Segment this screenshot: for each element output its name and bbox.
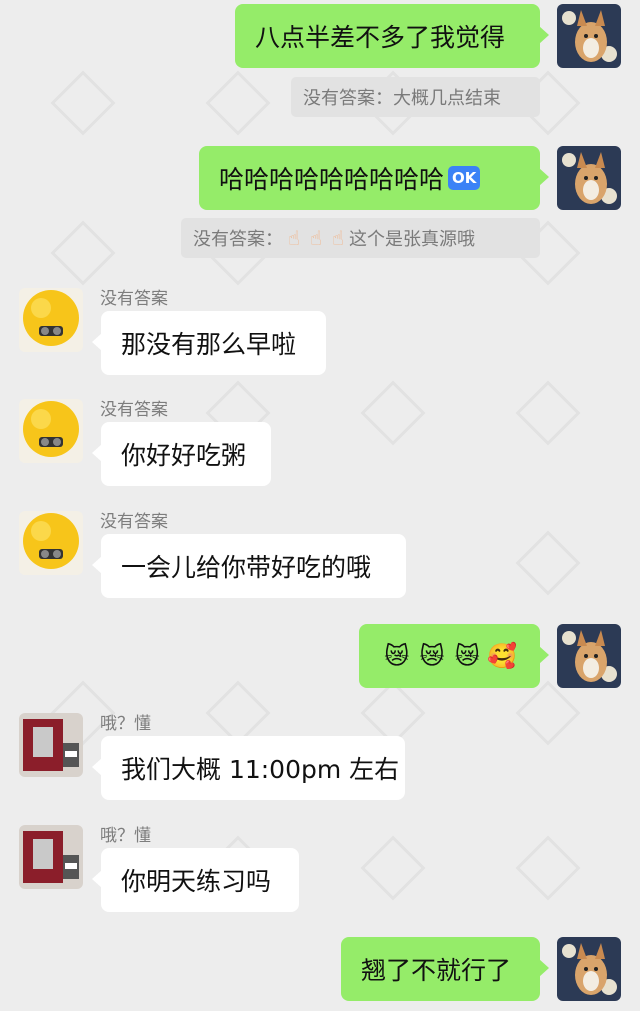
watermark-icon <box>50 220 116 286</box>
message-text: 那没有那么早啦 <box>121 330 297 359</box>
message-text: 我们大概 11:00pm 左右 <box>121 755 400 784</box>
my-avatar[interactable] <box>557 937 621 1001</box>
message-text: 你好好吃粥 <box>121 441 247 470</box>
watermark-icon <box>515 680 581 746</box>
my-avatar[interactable] <box>557 4 621 68</box>
contact-avatar[interactable] <box>19 288 83 352</box>
message-bubble[interactable]: 你明天练习吗 <box>92 848 299 912</box>
quoted-reply[interactable]: 没有答案：大概几点结束 <box>291 77 540 117</box>
watermark-icon <box>360 380 426 446</box>
watermark-icon <box>515 530 581 596</box>
sender-name: 哦？懂 <box>100 826 151 846</box>
watermark-icon <box>205 70 271 136</box>
ok-emoji-icon: OK <box>448 166 481 190</box>
message-text: 你明天练习吗 <box>121 867 272 896</box>
message-bubble[interactable]: 哈哈哈哈哈哈哈哈哈 OK <box>199 146 549 210</box>
sender-name: 没有答案 <box>100 289 168 309</box>
pointing-up-hand-icon: ☝ <box>331 226 345 250</box>
quote-text: 没有答案：大概几点结束 <box>303 88 501 109</box>
watermark-icon <box>515 380 581 446</box>
sender-name: 没有答案 <box>100 512 168 532</box>
contact-avatar[interactable] <box>19 511 83 575</box>
message-bubble[interactable]: 八点半差不多了我觉得 <box>235 4 549 68</box>
message-bubble[interactable]: 😿 😿 😿 🥰 <box>359 624 549 688</box>
quoted-reply[interactable]: 没有答案： ☝ ☝ ☝ 这个是张真源哦 <box>181 218 540 258</box>
message-bubble[interactable]: 一会儿给你带好吃的哦 <box>92 534 406 598</box>
smiling-face-with-hearts-icon: 🥰 <box>487 642 518 670</box>
contact-avatar[interactable] <box>19 713 83 777</box>
my-avatar[interactable] <box>557 624 621 688</box>
message-text: 八点半差不多了我觉得 <box>255 23 506 52</box>
message-bubble[interactable]: 那没有那么早啦 <box>92 311 326 375</box>
pointing-up-hand-icon: ☝ <box>287 226 301 250</box>
pointing-up-hand-icon: ☝ <box>309 226 323 250</box>
message-bubble[interactable]: 我们大概 11:00pm 左右 <box>92 736 405 800</box>
my-avatar[interactable] <box>557 146 621 210</box>
sender-name: 没有答案 <box>100 400 168 420</box>
watermark-icon <box>515 835 581 901</box>
watermark-icon <box>360 835 426 901</box>
sender-name: 哦？懂 <box>100 714 151 734</box>
crying-cat-icon: 😿 <box>419 642 445 670</box>
quote-prefix: 没有答案： <box>193 229 283 250</box>
message-text: 哈哈哈哈哈哈哈哈哈 <box>219 165 445 194</box>
crying-cat-icon: 😿 <box>384 642 410 670</box>
message-bubble[interactable]: 你好好吃粥 <box>92 422 271 486</box>
contact-avatar[interactable] <box>19 825 83 889</box>
message-text: 一会儿给你带好吃的哦 <box>121 553 372 582</box>
crying-cat-icon: 😿 <box>454 642 480 670</box>
contact-avatar[interactable] <box>19 399 83 463</box>
message-bubble[interactable]: 翘了不就行了 <box>341 937 549 1001</box>
quote-suffix: 这个是张真源哦 <box>349 229 475 250</box>
watermark-icon <box>50 70 116 136</box>
message-text: 翘了不就行了 <box>361 956 512 985</box>
